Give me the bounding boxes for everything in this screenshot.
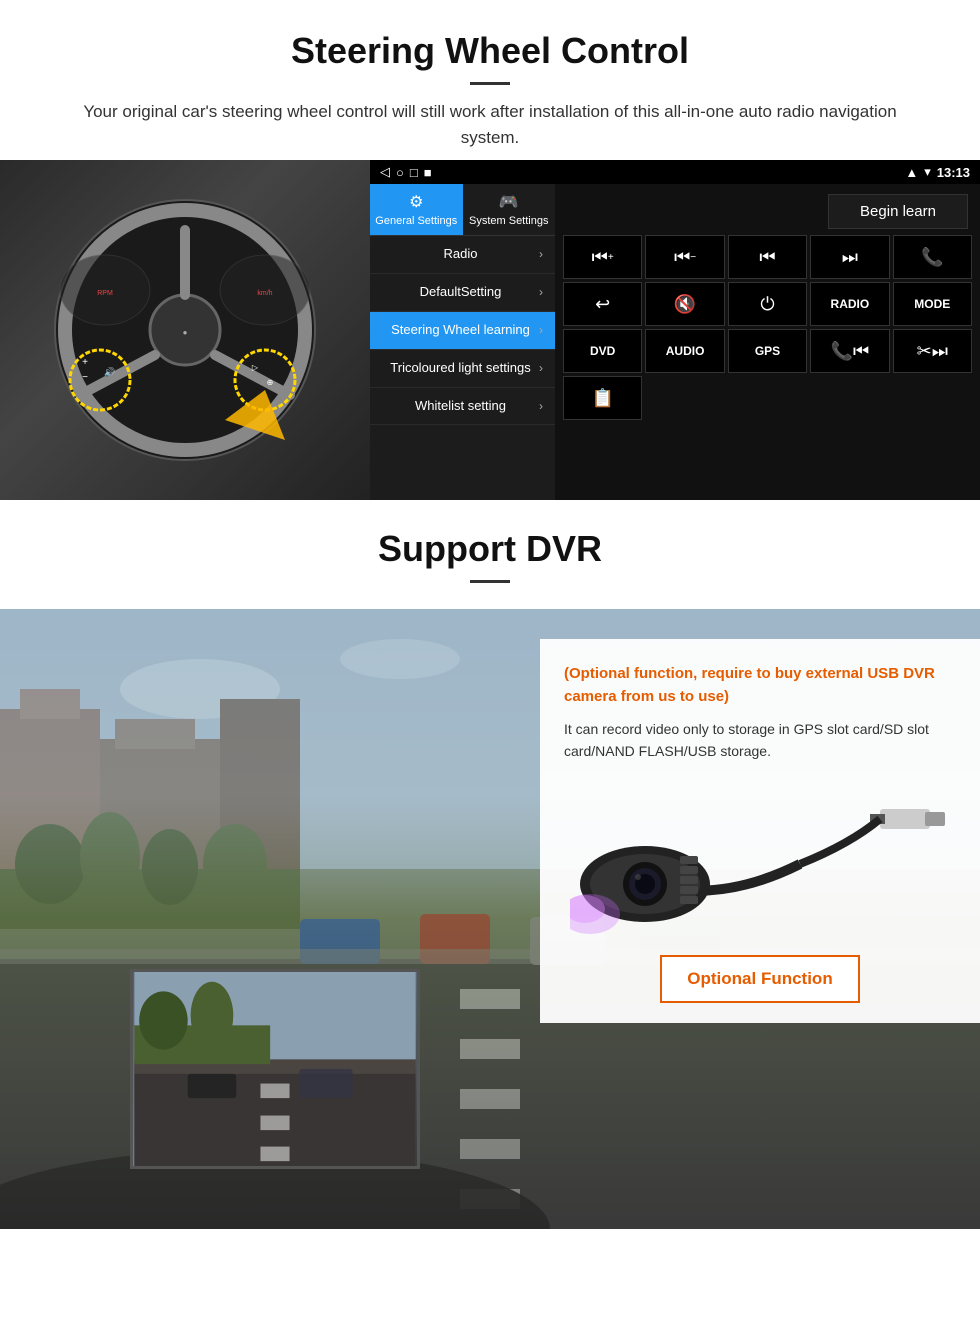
cut-next-button[interactable]: ✂⏭ xyxy=(893,329,972,373)
back-button[interactable]: ↩ xyxy=(563,282,642,326)
tab-general-label: General Settings xyxy=(375,215,457,227)
section-header: Steering Wheel Control Your original car… xyxy=(0,0,980,160)
phone-button[interactable]: 📞 xyxy=(893,235,972,279)
optional-function-button[interactable]: Optional Function xyxy=(660,955,860,1003)
arrow-icon: › xyxy=(539,285,543,299)
signal-icon: ▲ xyxy=(905,165,918,180)
svg-text:🔊: 🔊 xyxy=(104,366,115,378)
next-track-button[interactable]: ⏭ xyxy=(810,235,889,279)
tab-system-settings[interactable]: 🎮 System Settings xyxy=(463,184,556,235)
dvr-bg-image: (Optional function, require to buy exter… xyxy=(0,609,980,1229)
clipboard-button[interactable]: 📋 xyxy=(563,376,642,420)
begin-learn-row: Begin learn xyxy=(559,188,976,235)
arrow-icon: › xyxy=(539,323,543,337)
dvr-title: Support DVR xyxy=(60,528,920,570)
android-menu: ⚙ General Settings 🎮 System Settings Rad… xyxy=(370,184,555,500)
android-statusbar: ◁ ○ □ ■ ▲ ▾ 13:13 xyxy=(370,160,980,184)
dvr-desc-text: It can record video only to storage in G… xyxy=(564,718,956,763)
android-panel: ◁ ○ □ ■ ▲ ▾ 13:13 ⚙ xyxy=(370,160,980,500)
mode-button[interactable]: MODE xyxy=(893,282,972,326)
tricoloured-label: Tricoloured light settings xyxy=(382,360,539,377)
back-icon: ◁ xyxy=(380,164,390,180)
vol-down-button[interactable]: ⏮− xyxy=(645,235,724,279)
steering-wheel-svg: + − 🔊 ▷ ⊕ ● RPM km/h xyxy=(25,180,345,480)
svg-text:●: ● xyxy=(183,328,188,337)
menu-item-radio[interactable]: Radio › xyxy=(370,236,555,274)
begin-learn-button[interactable]: Begin learn xyxy=(828,194,968,229)
svg-text:+: + xyxy=(82,357,88,368)
svg-text:▷: ▷ xyxy=(252,363,259,372)
wifi-icon: ▾ xyxy=(924,164,931,180)
dvr-camera-svg xyxy=(570,784,950,934)
tab-system-label: System Settings xyxy=(469,215,548,227)
android-controls: Begin learn ⏮+ ⏮− ⏮ ⏭ 📞 ↩ 🔇 ⏻ RADIO xyxy=(555,184,980,500)
android-body: ⚙ General Settings 🎮 System Settings Rad… xyxy=(370,184,980,500)
vol-up-button[interactable]: ⏮+ xyxy=(563,235,642,279)
tab-general-settings[interactable]: ⚙ General Settings xyxy=(370,184,463,235)
prev-track-button[interactable]: ⏮ xyxy=(728,235,807,279)
dvr-section-header: Support DVR xyxy=(0,500,980,609)
phone-prev-button[interactable]: 📞⏮ xyxy=(810,329,889,373)
dvr-section: Support DVR xyxy=(0,500,980,1229)
recents-icon: □ xyxy=(410,165,418,180)
mute-button[interactable]: 🔇 xyxy=(645,282,724,326)
whitelist-label: Whitelist setting xyxy=(382,398,539,415)
dvr-divider xyxy=(470,580,510,583)
steering-section: Steering Wheel Control Your original car… xyxy=(0,0,980,500)
power-button[interactable]: ⏻ xyxy=(728,282,807,326)
swc-container: + − 🔊 ▷ ⊕ ● RPM km/h ◁ ○ xyxy=(0,160,980,500)
section-subtitle: Your original car's steering wheel contr… xyxy=(60,99,920,150)
dvr-preview-svg xyxy=(133,972,417,1166)
arrow-icon: › xyxy=(539,247,543,261)
menu-icon: ■ xyxy=(424,165,432,180)
gps-button[interactable]: GPS xyxy=(728,329,807,373)
statusbar-status-icons: ▲ ▾ 13:13 xyxy=(905,164,970,180)
statusbar-nav-icons: ◁ ○ □ ■ xyxy=(380,164,432,180)
arrow-icon: › xyxy=(539,361,543,375)
menu-item-defaultsetting[interactable]: DefaultSetting › xyxy=(370,274,555,312)
svg-text:⊕: ⊕ xyxy=(267,378,274,387)
system-icon: 🎮 xyxy=(499,192,519,212)
svg-text:km/h: km/h xyxy=(257,290,272,297)
statusbar-time: 13:13 xyxy=(937,165,970,180)
title-divider xyxy=(470,82,510,85)
menu-item-tricoloured[interactable]: Tricoloured light settings › xyxy=(370,350,555,388)
menu-tabs: ⚙ General Settings 🎮 System Settings xyxy=(370,184,555,236)
dvr-preview-screen xyxy=(130,969,420,1169)
steering-learning-label: Steering Wheel learning xyxy=(382,322,539,339)
steering-wheel-image: + − 🔊 ▷ ⊕ ● RPM km/h xyxy=(0,160,370,500)
menu-item-whitelist[interactable]: Whitelist setting › xyxy=(370,388,555,426)
dvr-info-card: (Optional function, require to buy exter… xyxy=(540,639,980,1023)
page-title: Steering Wheel Control xyxy=(60,30,920,72)
svg-text:RPM: RPM xyxy=(97,290,113,297)
audio-button[interactable]: AUDIO xyxy=(645,329,724,373)
dvr-optional-text: (Optional function, require to buy exter… xyxy=(564,663,956,708)
radio-button[interactable]: RADIO xyxy=(810,282,889,326)
menu-item-steering-learning[interactable]: Steering Wheel learning › xyxy=(370,312,555,350)
defaultsetting-label: DefaultSetting xyxy=(382,284,539,301)
radio-label: Radio xyxy=(382,246,539,263)
svg-text:−: − xyxy=(82,372,88,383)
control-grid: ⏮+ ⏮− ⏮ ⏭ 📞 ↩ 🔇 ⏻ RADIO MODE DVD AUDIO xyxy=(559,235,976,420)
arrow-icon: › xyxy=(539,399,543,413)
home-icon: ○ xyxy=(396,165,404,180)
dvd-button[interactable]: DVD xyxy=(563,329,642,373)
gear-icon: ⚙ xyxy=(409,192,423,212)
dvr-camera-image xyxy=(564,779,956,939)
